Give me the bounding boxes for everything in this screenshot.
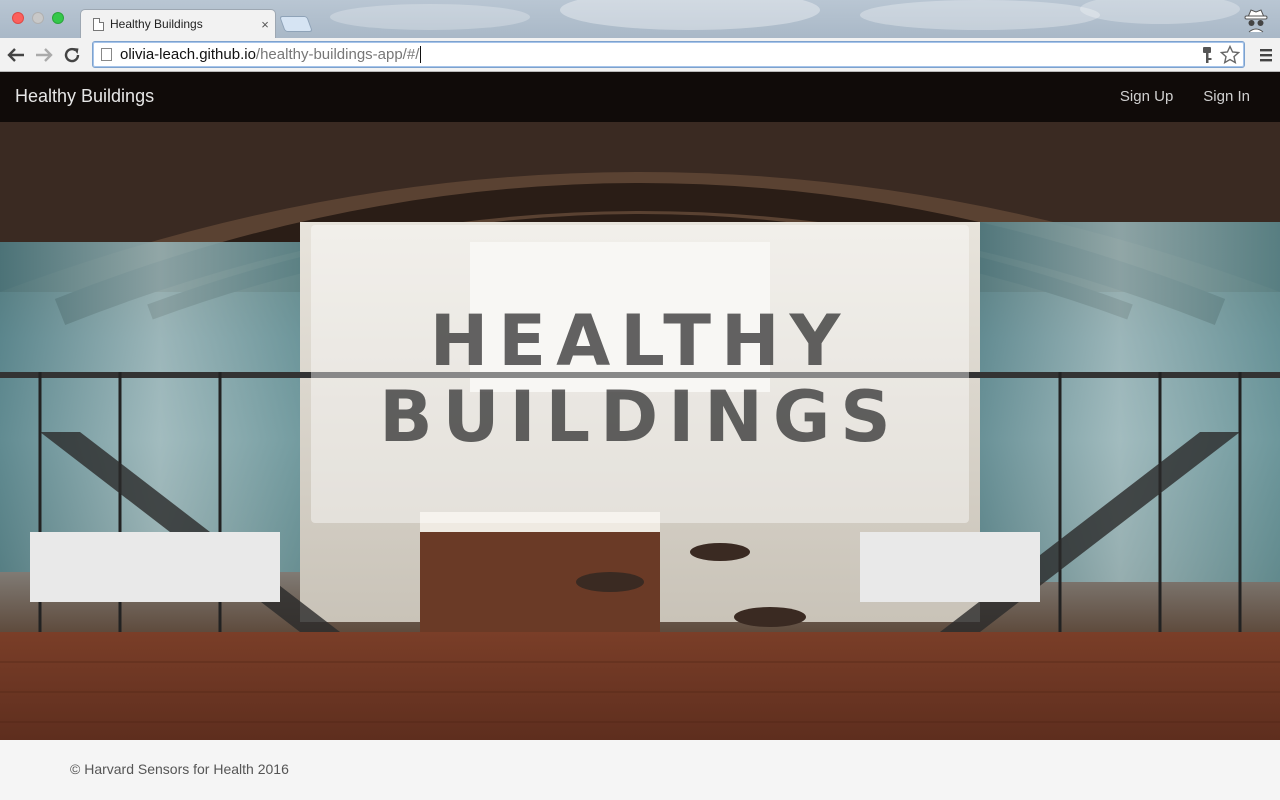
star-icon[interactable] [1219,44,1241,70]
browser-tab-active[interactable]: Healthy Buildings × [80,9,276,38]
address-bar[interactable]: olivia-leach.github.io/healthy-buildings… [92,41,1245,68]
sign-in-link[interactable]: Sign In [1203,88,1250,105]
window-close-button[interactable] [12,12,24,24]
site-navbar: Healthy Buildings Sign Up Sign In [0,72,1280,122]
browser-tabstrip: Healthy Buildings × [0,0,1280,38]
hero-title-line2: BUILDINGS [379,376,901,458]
footer-copyright: © Harvard Sensors for Health 2016 [70,761,289,777]
back-arrow-icon[interactable] [4,43,28,67]
tab-close-icon[interactable]: × [255,17,275,32]
forward-arrow-icon[interactable] [32,43,56,67]
menu-icon[interactable] [1258,45,1274,65]
sky-background [860,0,1100,30]
browser-toolbar: olivia-leach.github.io/healthy-buildings… [0,38,1280,72]
text-caret [420,46,422,63]
incognito-icon [1242,6,1270,34]
hero-title-panel: HEALTHY BUILDINGS [311,225,969,523]
url-path: /healthy-buildings-app/#/ [255,46,420,63]
url-host: olivia-leach.github.io [120,46,256,63]
window-maximize-button[interactable] [52,12,64,24]
window-minimize-button[interactable] [32,12,44,24]
hero-title: HEALTHY BUILDINGS [311,303,969,455]
site-brand[interactable]: Healthy Buildings [15,86,154,107]
hero-title-line1: HEALTHY [429,300,851,382]
web-page: Healthy Buildings Sign Up Sign In HEALTH… [0,72,1280,800]
sky-background [560,0,820,30]
sky-background [330,4,530,30]
tab-title: Healthy Buildings [110,17,203,31]
reload-icon[interactable] [60,43,84,67]
sky-background [1080,0,1240,24]
page-icon [101,48,112,61]
site-footer: © Harvard Sensors for Health 2016 [0,740,1280,800]
nav-links: Sign Up Sign In [1120,88,1250,105]
sign-up-link[interactable]: Sign Up [1120,88,1173,105]
page-icon [93,17,104,31]
new-tab-button[interactable] [279,16,313,32]
key-icon[interactable] [1200,46,1214,69]
hero-section: Healthy Buildings Sign Up Sign In HEALTH… [0,72,1280,740]
